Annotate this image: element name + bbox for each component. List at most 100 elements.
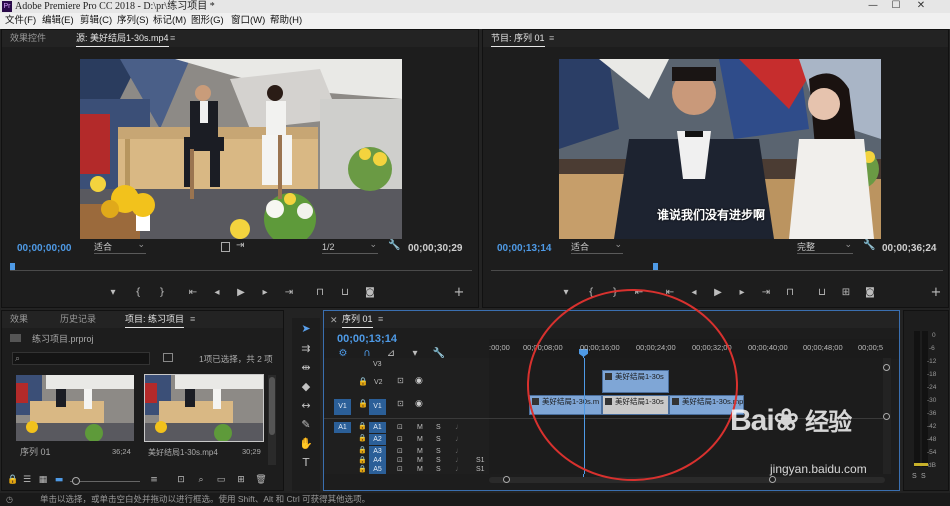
mic-icon[interactable]: ♩ [455, 434, 463, 443]
sync-lock-icon[interactable]: ⊡ [397, 376, 404, 385]
step-forward-icon[interactable]: ▸ [258, 287, 272, 299]
new-item-icon[interactable]: ⊞ [234, 474, 248, 486]
pen-tool-icon[interactable]: ✎ [298, 418, 314, 432]
mark-in-icon[interactable]: { [131, 287, 145, 299]
mic-icon[interactable]: ♩ [455, 446, 463, 455]
timeline-timecode[interactable]: 00;00;13;14 [337, 333, 397, 345]
panel-menu-icon[interactable]: ≡ [549, 33, 554, 43]
mute-button[interactable]: M [417, 457, 423, 464]
automate-icon[interactable]: ⊡ [174, 474, 188, 486]
timeline-horizontal-scrollbar[interactable] [489, 476, 885, 483]
go-to-in-icon[interactable]: ⇤ [186, 287, 200, 299]
add-button-icon[interactable]: + [929, 286, 943, 299]
type-tool-icon[interactable]: T [298, 456, 314, 470]
play-icon[interactable]: ▶ [234, 287, 248, 299]
solo-button[interactable]: S [436, 424, 441, 431]
insert-icon[interactable]: ⊓ [313, 287, 327, 299]
lift-icon[interactable]: ⊓ [783, 287, 797, 299]
find-icon[interactable]: ⌕ [194, 474, 208, 486]
project-item-sequence[interactable] [16, 375, 134, 442]
lock-icon[interactable]: 🔒 [358, 377, 368, 386]
program-quality-dropdown[interactable]: 完整 [797, 239, 853, 254]
source-scrub-bar[interactable] [10, 270, 472, 271]
lock-icon[interactable]: 🔒 [358, 465, 367, 473]
zoom-slider-handle[interactable] [72, 477, 80, 485]
new-bin-icon[interactable]: ▭ [214, 474, 228, 486]
scroll-handle-bottom[interactable] [883, 413, 890, 420]
step-forward-icon[interactable]: ▸ [735, 287, 749, 299]
wrench-icon[interactable]: 🔧 [388, 240, 400, 251]
project-search-input[interactable]: ⌕ [12, 352, 150, 365]
mic-icon[interactable]: ♩ [455, 464, 463, 473]
export-frame-icon[interactable]: ⊞ [839, 287, 853, 299]
menu-clip[interactable]: 剪辑(C) [80, 13, 112, 29]
scroll-handle-right[interactable] [769, 476, 776, 483]
list-view-icon[interactable]: ☰ [20, 474, 34, 486]
tab-source[interactable]: 源: 美好结局1-30s.mp4 [76, 32, 169, 47]
new-search-bin-icon[interactable] [163, 353, 173, 362]
selection-tool-icon[interactable]: ➤ [298, 322, 314, 336]
source-fit-dropdown[interactable]: 适合 [94, 239, 146, 254]
eye-icon[interactable]: ◉ [415, 375, 423, 386]
lock-icon[interactable]: 🔒 [358, 399, 368, 408]
close-tab-icon[interactable]: ✕ [330, 315, 338, 326]
menu-edit[interactable]: 编辑(E) [42, 13, 74, 29]
lock-icon[interactable]: 🔒 [6, 474, 20, 486]
solo-button[interactable]: S [436, 436, 441, 443]
sync-lock-icon[interactable]: ⊡ [397, 435, 403, 443]
tab-effects[interactable]: 效果 [10, 313, 28, 326]
hand-tool-icon[interactable]: ✋ [298, 437, 314, 451]
source-timecode-current[interactable]: 00;00;00;00 [17, 243, 71, 254]
tab-sequence[interactable]: 序列 01 [342, 313, 373, 328]
lock-icon[interactable]: 🔒 [358, 456, 367, 464]
zoom-slider[interactable] [70, 481, 140, 482]
mic-icon[interactable]: ♩ [455, 455, 463, 464]
track-select-tool-icon[interactable]: ⇉ [298, 342, 314, 356]
panel-menu-icon[interactable]: ≡ [190, 314, 195, 324]
mute-button[interactable]: M [417, 466, 423, 473]
step-back-icon[interactable]: ◂ [687, 287, 701, 299]
icon-view-icon[interactable]: ▦ [36, 474, 50, 486]
panel-menu-icon[interactable]: ≡ [378, 314, 383, 324]
meter-solo-icon[interactable]: S [921, 473, 926, 480]
add-marker-icon[interactable]: ▾ [559, 287, 573, 299]
program-video-frame[interactable]: 谁说我们没有进步啊 [559, 59, 881, 239]
eye-icon[interactable]: ◉ [415, 398, 423, 409]
meter-solo-icon[interactable]: S [912, 473, 917, 480]
track-a1-target[interactable]: A1 [369, 422, 386, 433]
mute-button[interactable]: M [417, 424, 423, 431]
sync-lock-icon[interactable]: ⊡ [397, 423, 403, 431]
source-patch-a1[interactable]: A1 [334, 422, 351, 433]
mute-button[interactable]: M [417, 448, 423, 455]
menu-help[interactable]: 帮助(H) [270, 13, 302, 29]
program-timecode-current[interactable]: 00;00;13;14 [497, 243, 551, 254]
play-icon[interactable]: ▶ [711, 287, 725, 299]
track-a5-target[interactable]: A5 [369, 465, 386, 474]
overwrite-icon[interactable]: ⊔ [338, 287, 352, 299]
sort-icon[interactable]: ≡ [147, 474, 161, 486]
lock-icon[interactable]: 🔒 [358, 422, 367, 430]
mic-icon[interactable]: ♩ [455, 422, 463, 431]
program-fit-dropdown[interactable]: 适合 [571, 239, 623, 254]
solo-button[interactable]: S [436, 466, 441, 473]
tab-project[interactable]: 项目: 练习项目 [125, 313, 185, 328]
go-to-out-point-icon[interactable]: ⇥ [759, 287, 773, 299]
lock-icon[interactable]: 🔒 [358, 434, 367, 442]
camera-icon[interactable]: ◙ [363, 287, 377, 299]
ripple-edit-tool-icon[interactable]: ⇹ [298, 361, 314, 375]
add-marker-icon[interactable]: ▾ [106, 287, 120, 299]
close-button[interactable]: ✕ [910, 0, 932, 13]
solo-button[interactable]: S [436, 448, 441, 455]
panel-menu-icon[interactable]: ≡ [170, 33, 175, 43]
settings-icon[interactable] [221, 242, 230, 252]
track-a4-target[interactable]: A4 [369, 456, 386, 465]
track-v2-label[interactable]: V2 [374, 379, 383, 386]
tab-program[interactable]: 节目: 序列 01 [491, 32, 545, 47]
add-button-icon[interactable]: + [452, 286, 466, 299]
menu-graphics[interactable]: 图形(G) [191, 13, 224, 29]
camera-icon[interactable]: ◙ [863, 287, 877, 299]
project-scroll-thumb[interactable] [269, 377, 275, 435]
source-video-frame[interactable] [80, 59, 402, 239]
go-to-out-icon[interactable]: ⇥ [282, 287, 296, 299]
wrench-icon[interactable]: 🔧 [863, 240, 875, 251]
